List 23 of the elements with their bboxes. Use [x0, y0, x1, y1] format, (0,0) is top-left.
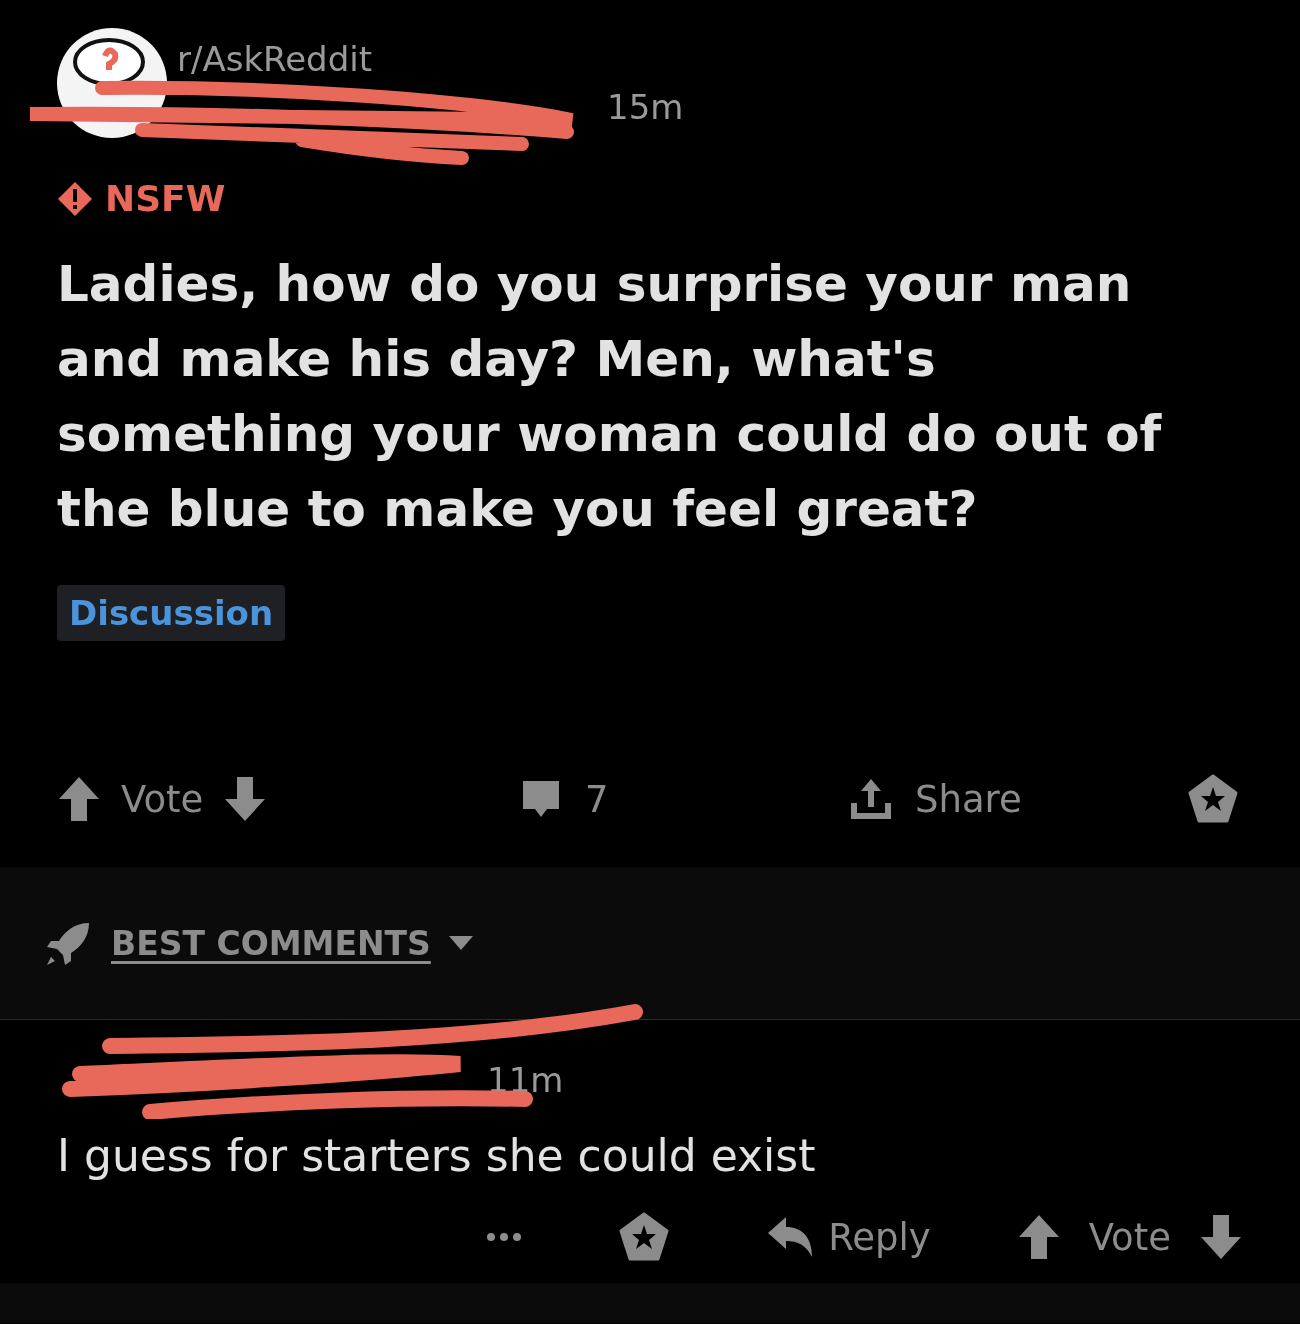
flair-tag[interactable]: Discussion [57, 585, 286, 641]
nsfw-label: NSFW [105, 178, 226, 219]
reply-icon[interactable] [766, 1215, 815, 1259]
up-arrow-icon[interactable] [1016, 1213, 1061, 1261]
down-arrow-icon[interactable] [1199, 1213, 1243, 1261]
more-icon[interactable] [486, 1232, 523, 1242]
post-age: 15m [606, 87, 684, 127]
avatar-icon [57, 28, 167, 138]
up-arrow-icon[interactable] [57, 775, 101, 823]
down-arrow-icon[interactable] [223, 775, 268, 823]
post-title: Ladies, how do you surprise your man and make his day? Men, what's something your woman could do out of the blue to make you feel great? [57, 254, 1163, 540]
sort-dropdown[interactable]: BEST COMMENTS [111, 923, 431, 963]
comment-text: I guess for starters she could exist [57, 1130, 817, 1181]
comment-count: 7 [585, 777, 609, 821]
caret-icon[interactable] [448, 936, 473, 950]
reply-label[interactable]: Reply [828, 1215, 931, 1259]
subreddit-name[interactable]: r/AskReddit [177, 39, 684, 79]
vote-label: Vote [121, 777, 204, 821]
share-label[interactable]: Share [915, 777, 1022, 821]
vote-label: Vote [1088, 1215, 1171, 1259]
star-icon[interactable] [1187, 773, 1239, 825]
star-icon[interactable] [618, 1211, 671, 1263]
warning-icon [57, 180, 93, 217]
